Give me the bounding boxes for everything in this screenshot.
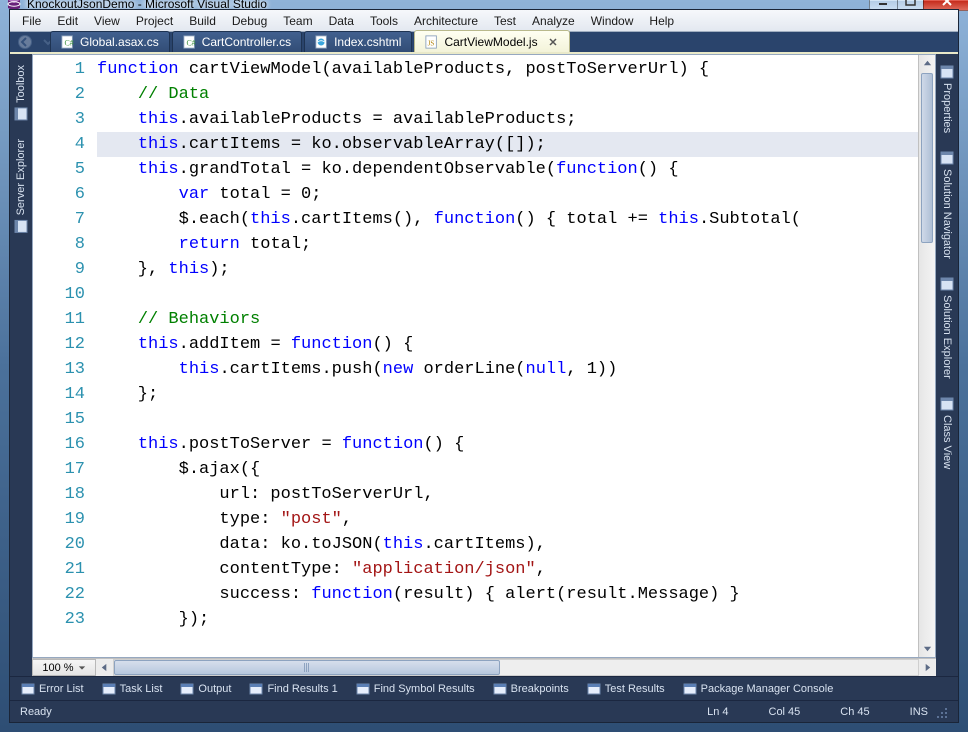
chevron-down-icon (78, 664, 86, 672)
status-line: Ln 4 (707, 706, 728, 718)
menu-help[interactable]: Help (641, 12, 682, 30)
code-line[interactable]: this.postToServer = function() { (97, 432, 918, 457)
svg-text:C#: C# (186, 39, 195, 48)
file-icon (315, 35, 329, 49)
menu-project[interactable]: Project (128, 12, 181, 30)
line-number-gutter: 1234567891011121314151617181920212223 (33, 55, 97, 657)
hscroll-thumb[interactable] (114, 660, 500, 675)
output-tab-error-list[interactable]: Error List (14, 679, 91, 699)
code-line[interactable]: }); (97, 607, 918, 632)
code-line[interactable]: $.ajax({ (97, 457, 918, 482)
code-line[interactable]: return total; (97, 232, 918, 257)
document-tab[interactable]: Index.cshtml (304, 31, 412, 52)
code-line[interactable]: $.each(this.cartItems(), function() { to… (97, 207, 918, 232)
code-line[interactable]: this.grandTotal = ko.dependentObservable… (97, 157, 918, 182)
code-line[interactable]: }, this); (97, 257, 918, 282)
status-char: Ch 45 (840, 706, 869, 718)
code-line[interactable]: this.cartItems = ko.observableArray([]); (97, 132, 918, 157)
menu-tools[interactable]: Tools (362, 12, 406, 30)
menu-architecture[interactable]: Architecture (406, 12, 486, 30)
document-tab[interactable]: JS CartViewModel.js (414, 30, 569, 52)
vertical-scrollbar[interactable] (918, 55, 935, 657)
code-line[interactable]: data: ko.toJSON(this.cartItems), (97, 532, 918, 557)
document-tab[interactable]: C# Global.asax.cs (50, 31, 170, 52)
svg-text:JS: JS (428, 39, 435, 47)
code-line[interactable] (97, 407, 918, 432)
file-icon: JS (425, 35, 439, 49)
code-line[interactable]: // Data (97, 82, 918, 107)
code-line[interactable]: this.cartItems.push(new orderLine(null, … (97, 357, 918, 382)
output-tab-package-manager-console[interactable]: Package Manager Console (676, 679, 841, 699)
status-column: Col 45 (769, 706, 801, 718)
code-line[interactable]: this.availableProducts = availableProduc… (97, 107, 918, 132)
code-line[interactable]: // Behaviors (97, 307, 918, 332)
panel-tab-class-view[interactable]: Class View (937, 390, 957, 476)
panel-tab-server-explorer[interactable]: Server Explorer (11, 132, 31, 240)
panel-tab-toolbox[interactable]: Toolbox (11, 58, 31, 128)
window-frame: KnockoutJsonDemo - Microsoft Visual Stud… (0, 0, 968, 732)
menu-test[interactable]: Test (486, 12, 524, 30)
scroll-right-button[interactable] (919, 659, 936, 676)
output-window-tabs: Error ListTask ListOutputFind Results 1F… (10, 676, 958, 700)
menu-build[interactable]: Build (181, 12, 224, 30)
output-tab-task-list[interactable]: Task List (95, 679, 170, 699)
code-line[interactable]: }; (97, 382, 918, 407)
menu-analyze[interactable]: Analyze (524, 12, 583, 30)
svg-text:C#: C# (65, 39, 74, 48)
tab-close-button[interactable] (547, 36, 559, 48)
zoom-level-dropdown[interactable]: 100 % (32, 659, 96, 676)
panel-tab-solution-explorer[interactable]: Solution Explorer (937, 270, 957, 386)
document-tab-label: CartController.cs (202, 35, 291, 49)
left-tool-rail: Toolbox Server Explorer (10, 54, 32, 676)
document-tab-label: Index.cshtml (334, 35, 401, 49)
menu-file[interactable]: File (14, 12, 49, 30)
file-icon: C# (61, 35, 75, 49)
output-tab-test-results[interactable]: Test Results (580, 679, 672, 699)
output-tab-find-symbol-results[interactable]: Find Symbol Results (349, 679, 482, 699)
code-editor: 1234567891011121314151617181920212223 fu… (32, 54, 936, 676)
code-line[interactable]: function cartViewModel(availableProducts… (97, 57, 918, 82)
panel-tab-properties[interactable]: Properties (937, 58, 957, 140)
code-line[interactable]: url: postToServerUrl, (97, 482, 918, 507)
output-tab-output[interactable]: Output (173, 679, 238, 699)
output-tab-breakpoints[interactable]: Breakpoints (486, 679, 576, 699)
status-insert-mode: INS (910, 706, 928, 718)
code-line[interactable]: type: "post", (97, 507, 918, 532)
resize-grip-icon[interactable] (934, 705, 948, 719)
file-icon: C# (183, 35, 197, 49)
document-tab[interactable]: C# CartController.cs (172, 31, 302, 52)
menu-data[interactable]: Data (321, 12, 362, 30)
status-ready: Ready (20, 706, 52, 718)
right-tool-rail: Properties Solution Navigator Solution Exp… (936, 54, 958, 676)
status-bar: Ready Ln 4 Col 45 Ch 45 INS (10, 700, 958, 722)
scroll-down-button[interactable] (919, 640, 935, 657)
menu-window[interactable]: Window (583, 12, 642, 30)
menu-debug[interactable]: Debug (224, 12, 275, 30)
output-tab-find-results-1[interactable]: Find Results 1 (242, 679, 344, 699)
document-tab-strip: C# Global.asax.cs C# CartController.cs Index… (10, 32, 958, 54)
code-line[interactable]: contentType: "application/json", (97, 557, 918, 582)
zoom-value: 100 % (42, 662, 73, 674)
code-line[interactable]: success: function(result) { alert(result… (97, 582, 918, 607)
nav-back-button[interactable] (14, 32, 36, 52)
code-line[interactable]: var total = 0; (97, 182, 918, 207)
scroll-left-button[interactable] (96, 659, 113, 676)
document-tab-label: Global.asax.cs (80, 35, 159, 49)
menu-view[interactable]: View (86, 12, 128, 30)
code-line[interactable] (97, 282, 918, 307)
scroll-up-button[interactable] (919, 55, 935, 72)
document-tab-label: CartViewModel.js (444, 35, 537, 49)
code-area[interactable]: function cartViewModel(availableProducts… (97, 55, 918, 657)
menu-team[interactable]: Team (275, 12, 320, 30)
scroll-thumb[interactable] (921, 73, 933, 243)
menu-edit[interactable]: Edit (49, 12, 86, 30)
horizontal-scrollbar[interactable] (96, 659, 936, 676)
panel-tab-solution-navigator[interactable]: Solution Navigator (937, 144, 957, 266)
code-line[interactable]: this.addItem = function() { (97, 332, 918, 357)
menu-bar: FileEditViewProjectBuildDebugTeamDataToo… (10, 10, 958, 32)
